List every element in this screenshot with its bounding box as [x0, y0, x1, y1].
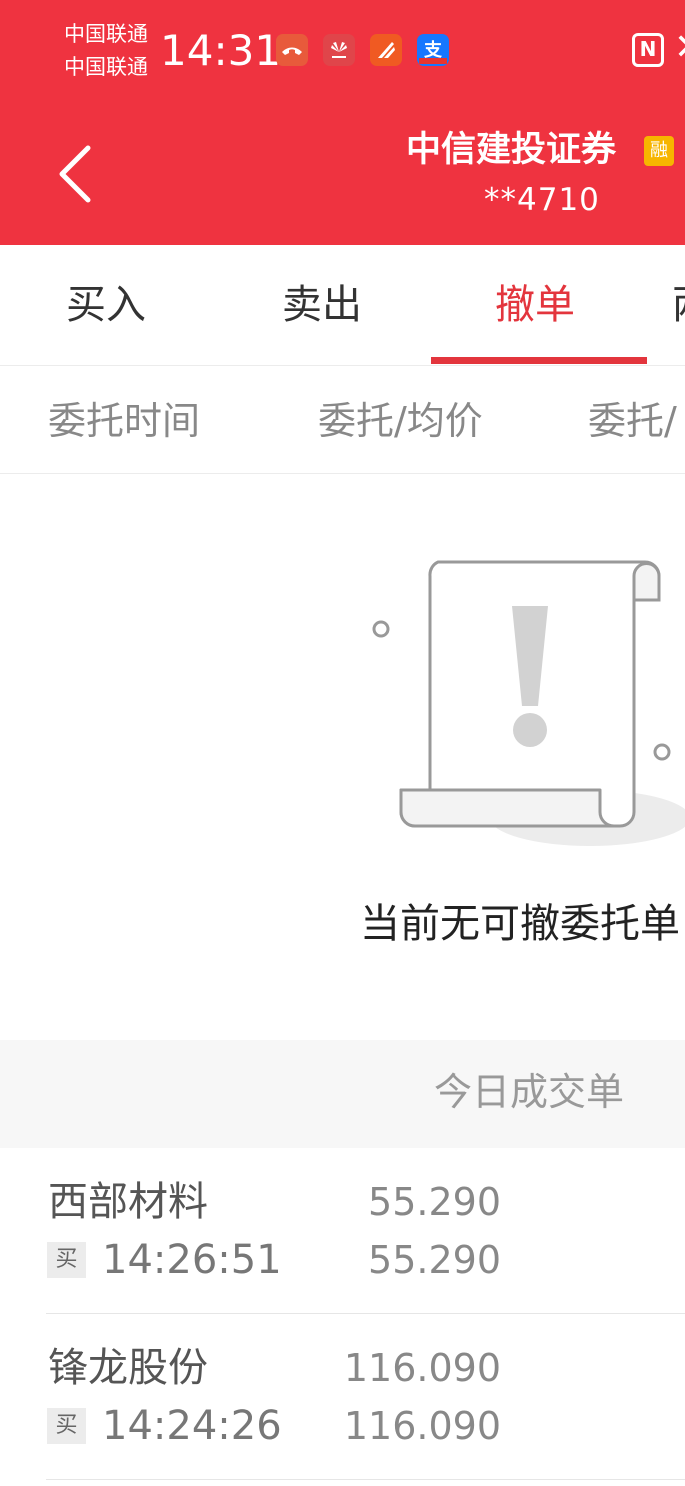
account-number: **4710 [484, 182, 600, 218]
trade-row[interactable]: 西部材料 买 14:26:51 55.290 55.290 [0, 1148, 685, 1314]
tab-buy[interactable]: 买入 [66, 281, 146, 329]
chevron-left-icon [59, 145, 91, 203]
warning-document-icon [372, 560, 685, 846]
trade-row[interactable]: 锋龙股份 买 14:24:26 116.090 116.090 [0, 1314, 685, 1480]
column-order-qty: 委托/ [588, 399, 677, 443]
app-icon [370, 34, 402, 66]
stock-name: 锋龙股份 [48, 1345, 208, 1391]
empty-state-illustration [360, 548, 685, 858]
column-order-time: 委托时间 [48, 399, 201, 443]
avg-price: 55.290 [368, 1238, 501, 1282]
empty-state-message: 当前无可撤委托单 [360, 901, 680, 947]
broker-name[interactable]: 中信建投证券 [406, 128, 616, 172]
back-button[interactable] [52, 140, 112, 210]
app-header: 中国联通 中国联通 14:31 支 N ✕ 中信建投证券 融 **4710 [0, 0, 685, 245]
call-icon [276, 34, 308, 66]
avg-price: 116.090 [343, 1404, 501, 1448]
huawei-icon [323, 34, 355, 66]
alipay-icon: 支 [417, 34, 449, 66]
column-header: 委托时间 委托/均价 委托/ [0, 366, 685, 474]
today-trades-header: 今日成交单 [0, 1040, 685, 1148]
nfc-icon: N [632, 33, 664, 67]
trade-time: 14:24:26 [102, 1403, 282, 1449]
side-badge: 买 [47, 1242, 86, 1278]
margin-badge: 融 [644, 136, 674, 166]
status-time: 14:31 [160, 26, 282, 75]
order-price: 55.290 [368, 1180, 501, 1224]
column-order-price: 委托/均价 [318, 399, 483, 443]
tab-sell[interactable]: 卖出 [282, 281, 362, 329]
today-trades-title: 今日成交单 [434, 1070, 625, 1114]
order-price: 116.090 [343, 1346, 501, 1390]
row-divider [46, 1479, 685, 1480]
close-icon[interactable]: ✕ [674, 28, 685, 68]
stock-name: 西部材料 [48, 1179, 208, 1225]
trade-tabs: 买入 卖出 撤单 两 [0, 245, 685, 366]
side-badge: 买 [47, 1408, 86, 1444]
tab-cancel[interactable]: 撤单 [495, 281, 575, 329]
carrier-label-2: 中国联通 [64, 55, 148, 79]
tab-more[interactable]: 两 [672, 281, 685, 329]
active-tab-indicator [431, 357, 647, 364]
svg-text:支: 支 [423, 39, 443, 61]
trade-time: 14:26:51 [102, 1237, 282, 1283]
carrier-label-1: 中国联通 [64, 22, 148, 46]
